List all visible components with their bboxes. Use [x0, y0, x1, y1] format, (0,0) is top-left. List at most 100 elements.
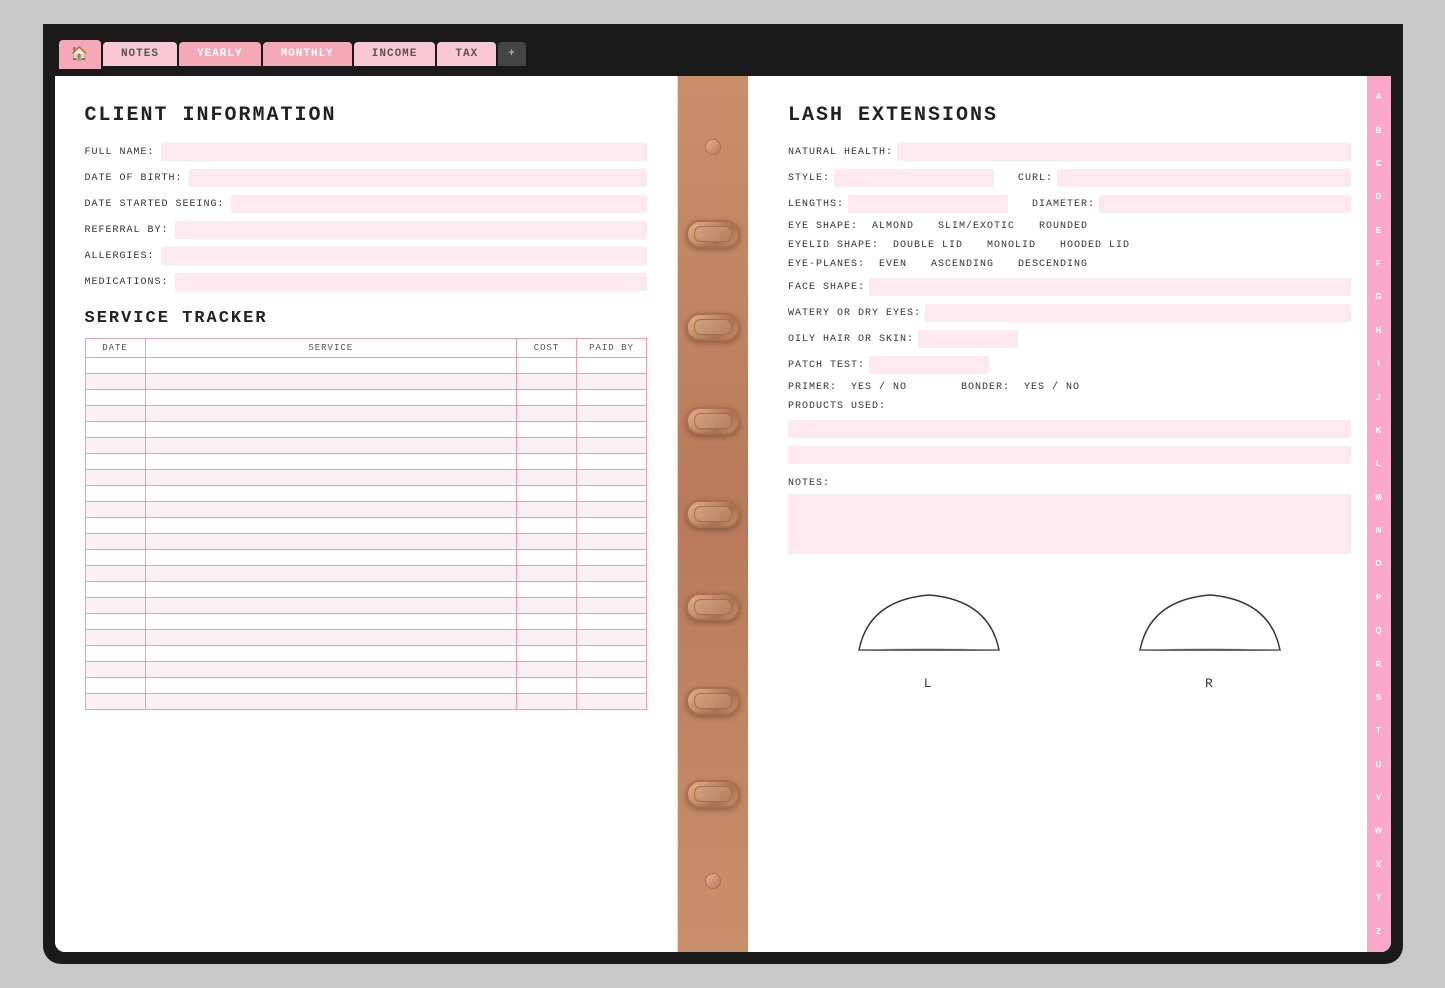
tracker-cell[interactable]	[145, 486, 517, 502]
tracker-cell[interactable]	[145, 438, 517, 454]
oily-field[interactable]	[918, 330, 1018, 348]
tracker-cell[interactable]	[577, 502, 647, 518]
tracker-cell[interactable]	[577, 358, 647, 374]
tracker-cell[interactable]	[145, 614, 517, 630]
tracker-cell[interactable]	[517, 406, 577, 422]
referral-field[interactable]	[175, 221, 647, 239]
tracker-cell[interactable]	[577, 566, 647, 582]
tracker-cell[interactable]	[85, 534, 145, 550]
tracker-cell[interactable]	[517, 454, 577, 470]
tracker-cell[interactable]	[577, 374, 647, 390]
diameter-field[interactable]	[1099, 195, 1350, 213]
tracker-cell[interactable]	[85, 406, 145, 422]
tracker-cell[interactable]	[85, 646, 145, 662]
tab-monthly[interactable]: MONTHLY	[263, 42, 352, 66]
tracker-cell[interactable]	[145, 518, 517, 534]
tracker-cell[interactable]	[517, 678, 577, 694]
tracker-cell[interactable]	[577, 550, 647, 566]
medications-field[interactable]	[175, 273, 647, 291]
tracker-cell[interactable]	[145, 422, 517, 438]
full-name-field[interactable]	[161, 143, 647, 161]
tracker-cell[interactable]	[577, 534, 647, 550]
products-field[interactable]	[788, 420, 1351, 438]
tracker-cell[interactable]	[517, 630, 577, 646]
face-shape-field[interactable]	[869, 278, 1350, 296]
tracker-cell[interactable]	[85, 454, 145, 470]
tracker-cell[interactable]	[517, 646, 577, 662]
tab-add[interactable]: +	[498, 42, 526, 66]
tracker-cell[interactable]	[145, 406, 517, 422]
tracker-cell[interactable]	[145, 566, 517, 582]
lengths-field[interactable]	[848, 195, 1008, 213]
tracker-cell[interactable]	[577, 678, 647, 694]
tracker-cell[interactable]	[145, 630, 517, 646]
tracker-cell[interactable]	[145, 502, 517, 518]
tracker-cell[interactable]	[577, 646, 647, 662]
tracker-cell[interactable]	[577, 422, 647, 438]
tracker-cell[interactable]	[577, 438, 647, 454]
tracker-cell[interactable]	[85, 358, 145, 374]
tracker-cell[interactable]	[145, 646, 517, 662]
tab-home[interactable]: 🏠	[59, 40, 101, 69]
tracker-cell[interactable]	[145, 358, 517, 374]
tracker-cell[interactable]	[517, 662, 577, 678]
tracker-cell[interactable]	[85, 374, 145, 390]
tab-tax[interactable]: TAX	[437, 42, 496, 66]
tracker-cell[interactable]	[577, 486, 647, 502]
tracker-cell[interactable]	[85, 630, 145, 646]
tracker-cell[interactable]	[85, 390, 145, 406]
tracker-cell[interactable]	[85, 582, 145, 598]
tracker-cell[interactable]	[85, 550, 145, 566]
tracker-cell[interactable]	[577, 582, 647, 598]
tracker-cell[interactable]	[145, 454, 517, 470]
tracker-cell[interactable]	[85, 502, 145, 518]
tracker-cell[interactable]	[577, 470, 647, 486]
tracker-cell[interactable]	[577, 454, 647, 470]
tracker-cell[interactable]	[145, 374, 517, 390]
tracker-cell[interactable]	[145, 390, 517, 406]
tracker-cell[interactable]	[577, 614, 647, 630]
tracker-cell[interactable]	[517, 502, 577, 518]
tracker-cell[interactable]	[145, 550, 517, 566]
tracker-cell[interactable]	[85, 438, 145, 454]
date-started-field[interactable]	[231, 195, 647, 213]
products-field-2[interactable]	[788, 446, 1351, 464]
tracker-cell[interactable]	[85, 614, 145, 630]
tracker-cell[interactable]	[577, 598, 647, 614]
tracker-cell[interactable]	[577, 390, 647, 406]
tracker-cell[interactable]	[145, 694, 517, 710]
tab-yearly[interactable]: YEARLY	[179, 42, 261, 66]
tracker-cell[interactable]	[517, 614, 577, 630]
tracker-cell[interactable]	[517, 374, 577, 390]
natural-health-field[interactable]	[897, 143, 1350, 161]
tracker-cell[interactable]	[145, 534, 517, 550]
tracker-cell[interactable]	[517, 358, 577, 374]
tracker-cell[interactable]	[517, 566, 577, 582]
tracker-cell[interactable]	[577, 662, 647, 678]
tracker-cell[interactable]	[517, 694, 577, 710]
patch-field[interactable]	[869, 356, 989, 374]
tracker-cell[interactable]	[85, 518, 145, 534]
curl-field[interactable]	[1057, 169, 1350, 187]
tracker-cell[interactable]	[85, 470, 145, 486]
tracker-cell[interactable]	[577, 406, 647, 422]
watery-field[interactable]	[925, 304, 1350, 322]
tab-income[interactable]: INCOME	[354, 42, 436, 66]
tracker-cell[interactable]	[145, 678, 517, 694]
tracker-cell[interactable]	[517, 518, 577, 534]
tracker-cell[interactable]	[517, 486, 577, 502]
tracker-cell[interactable]	[85, 662, 145, 678]
tracker-cell[interactable]	[517, 438, 577, 454]
allergies-field[interactable]	[161, 247, 647, 265]
tracker-cell[interactable]	[517, 470, 577, 486]
tracker-cell[interactable]	[85, 598, 145, 614]
tab-notes[interactable]: NOTES	[103, 42, 177, 66]
tracker-cell[interactable]	[577, 630, 647, 646]
tracker-cell[interactable]	[145, 470, 517, 486]
tracker-cell[interactable]	[517, 422, 577, 438]
tracker-cell[interactable]	[145, 582, 517, 598]
tracker-cell[interactable]	[577, 694, 647, 710]
tracker-cell[interactable]	[145, 598, 517, 614]
tracker-cell[interactable]	[85, 566, 145, 582]
tracker-cell[interactable]	[577, 518, 647, 534]
